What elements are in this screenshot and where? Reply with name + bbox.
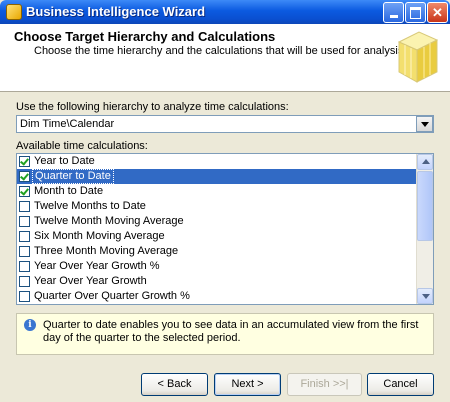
list-item[interactable]: Year Over Year Growth % xyxy=(17,259,417,274)
calculations-label: Available time calculations: xyxy=(16,140,148,152)
list-item-label: Quarter Over Quarter Growth % xyxy=(34,290,190,302)
cube-icon xyxy=(397,31,439,83)
maximize-button[interactable] xyxy=(405,2,426,23)
list-item-label: Quarter to Date xyxy=(32,169,114,184)
list-item[interactable]: Quarter Over Quarter Growth % xyxy=(17,289,417,304)
checkbox[interactable] xyxy=(19,246,30,257)
list-item[interactable]: Twelve Month Moving Average xyxy=(17,214,417,229)
description-box: i Quarter to date enables you to see dat… xyxy=(16,313,434,355)
list-item[interactable]: Twelve Months to Date xyxy=(17,199,417,214)
checkbox[interactable] xyxy=(19,231,30,242)
checkbox[interactable] xyxy=(19,276,30,287)
checkbox[interactable] xyxy=(19,186,30,197)
checkbox[interactable] xyxy=(19,201,30,212)
close-button[interactable]: ✕ xyxy=(427,2,448,23)
list-item[interactable]: Three Month Moving Average xyxy=(17,244,417,259)
arrow-down-icon xyxy=(422,294,430,299)
scroll-up-button[interactable] xyxy=(417,154,433,170)
list-item-label: Year Over Year Growth % xyxy=(34,260,160,272)
back-button[interactable]: < Back xyxy=(141,373,208,396)
list-item-label: Month to Date xyxy=(34,185,104,197)
window-title: Business Intelligence Wizard xyxy=(26,4,206,19)
list-item[interactable]: Year Over Year Growth xyxy=(17,274,417,289)
title-bar[interactable]: Business Intelligence Wizard ✕ xyxy=(0,0,450,24)
dropdown-button[interactable] xyxy=(416,116,433,132)
checkbox[interactable] xyxy=(19,291,30,302)
wizard-icon xyxy=(6,4,22,20)
list-item[interactable]: Quarter to Date xyxy=(17,169,417,184)
list-item[interactable]: Month to Date xyxy=(17,184,417,199)
list-item-label: Six Month Moving Average xyxy=(34,230,165,242)
list-item-label: Year to Date xyxy=(34,155,95,167)
wizard-header: Choose Target Hierarchy and Calculations… xyxy=(0,24,450,92)
list-item-label: Twelve Months to Date xyxy=(34,200,146,212)
page-title: Choose Target Hierarchy and Calculations xyxy=(14,29,276,44)
list-item-label: Twelve Month Moving Average xyxy=(34,215,184,227)
maximize-icon xyxy=(410,7,421,19)
scroll-down-button[interactable] xyxy=(417,288,433,304)
minimize-icon xyxy=(389,15,398,18)
checkbox[interactable] xyxy=(19,156,30,167)
list-item[interactable]: Year to Date xyxy=(17,154,417,169)
hierarchy-value: Dim Time\Calendar xyxy=(20,118,115,130)
minimize-button[interactable] xyxy=(383,2,404,23)
list-item-label: Year Over Year Growth xyxy=(34,275,147,287)
page-subtitle: Choose the time hierarchy and the calcul… xyxy=(34,45,407,57)
chevron-down-icon xyxy=(421,122,429,127)
list-item[interactable]: Six Month Moving Average xyxy=(17,229,417,244)
scroll-thumb[interactable] xyxy=(417,171,433,241)
list-item-label: Three Month Moving Average xyxy=(34,245,179,257)
next-button[interactable]: Next > xyxy=(214,373,281,396)
cancel-button[interactable]: Cancel xyxy=(367,373,434,396)
checkbox[interactable] xyxy=(19,261,30,272)
description-text: Quarter to date enables you to see data … xyxy=(43,319,419,344)
close-icon: ✕ xyxy=(432,5,443,20)
checkbox[interactable] xyxy=(19,171,30,182)
finish-button[interactable]: Finish >>| xyxy=(287,373,362,396)
arrow-up-icon xyxy=(422,159,430,164)
calculations-list[interactable]: Year to Date Quarter to Date Month to Date… xyxy=(16,153,434,305)
list-scrollbar[interactable] xyxy=(416,154,433,304)
info-icon: i xyxy=(24,319,36,331)
hierarchy-label: Use the following hierarchy to analyze t… xyxy=(16,101,289,113)
hierarchy-dropdown[interactable]: Dim Time\Calendar xyxy=(16,115,434,133)
checkbox[interactable] xyxy=(19,216,30,227)
